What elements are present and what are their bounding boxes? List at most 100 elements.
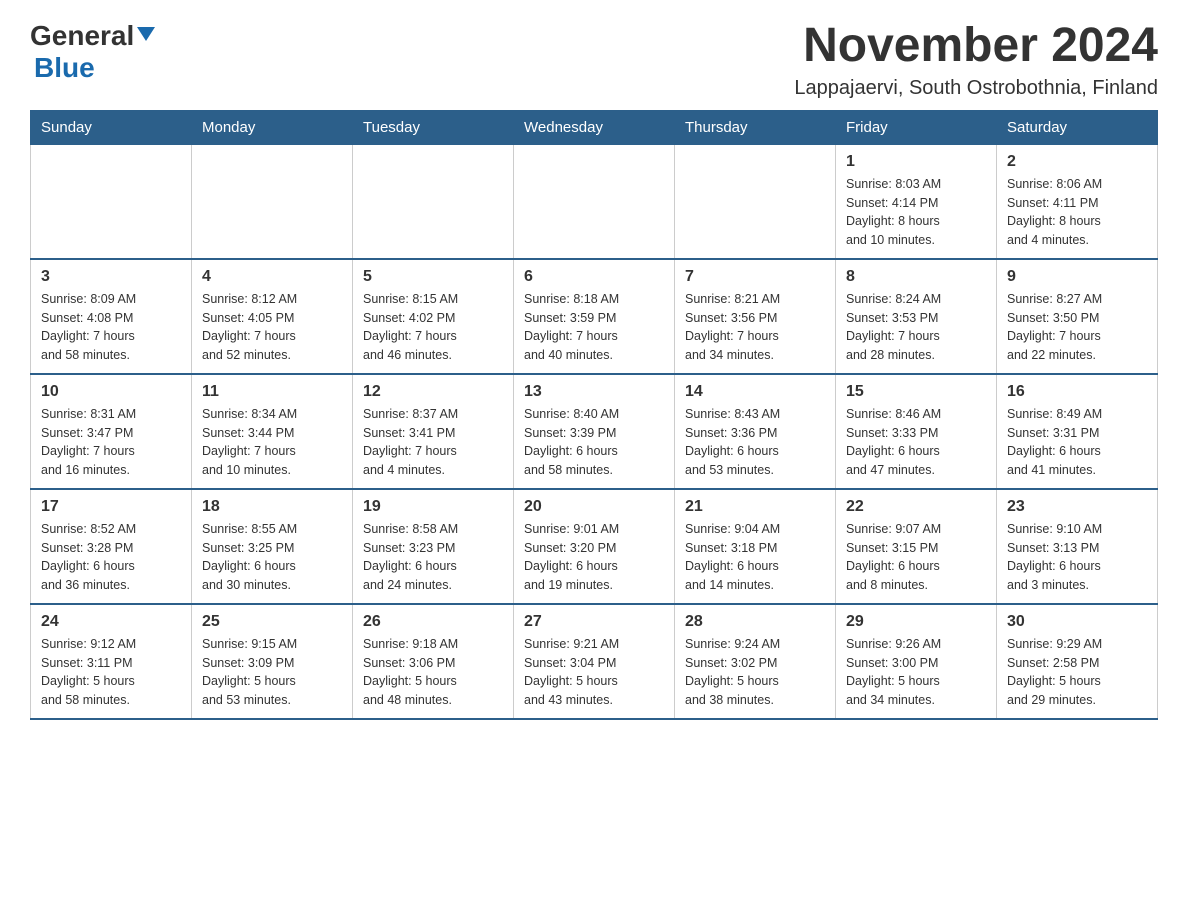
day-info: Sunrise: 8:24 AMSunset: 3:53 PMDaylight:… [846, 290, 986, 365]
day-info: Sunrise: 8:06 AMSunset: 4:11 PMDaylight:… [1007, 175, 1147, 250]
logo-arrow-icon [137, 27, 155, 46]
calendar-cell: 8Sunrise: 8:24 AMSunset: 3:53 PMDaylight… [836, 259, 997, 374]
day-info: Sunrise: 8:18 AMSunset: 3:59 PMDaylight:… [524, 290, 664, 365]
day-info: Sunrise: 9:29 AMSunset: 2:58 PMDaylight:… [1007, 635, 1147, 710]
calendar-cell: 26 Sunrise: 9:18 AMSunset: 3:06 PMDayligh… [353, 604, 514, 719]
calendar-cell: 23 Sunrise: 9:10 AMSunset: 3:13 PMDayligh… [997, 489, 1158, 604]
day-number: 10 [41, 383, 181, 401]
calendar-cell: 11 Sunrise: 8:34 AMSunset: 3:44 PMDayligh… [192, 374, 353, 489]
calendar-cell [675, 144, 836, 259]
calendar-row-2: 3Sunrise: 8:09 AMSunset: 4:08 PMDaylight… [31, 259, 1158, 374]
calendar-cell: 2Sunrise: 8:06 AMSunset: 4:11 PMDaylight… [997, 144, 1158, 259]
day-info: Sunrise: 8:03 AMSunset: 4:14 PMDaylight:… [846, 175, 986, 250]
day-number: 17 [41, 498, 181, 516]
day-number: 14 [685, 383, 825, 401]
calendar-cell: 6 Sunrise: 8:18 AMSunset: 3:59 PMDaylight… [514, 259, 675, 374]
day-number: 19 [363, 498, 503, 516]
day-info: Sunrise: 8:31 AMSunset: 3:47 PMDaylight:… [41, 405, 181, 480]
day-info: Sunrise: 8:12 AMSunset: 4:05 PMDaylight:… [202, 290, 342, 365]
calendar-cell: 30 Sunrise: 9:29 AMSunset: 2:58 PMDayligh… [997, 604, 1158, 719]
day-info: Sunrise: 9:12 AMSunset: 3:11 PMDaylight:… [41, 635, 181, 710]
day-number: 28 [685, 613, 825, 631]
calendar-cell: 4Sunrise: 8:12 AMSunset: 4:05 PMDaylight… [192, 259, 353, 374]
day-info: Sunrise: 8:43 AMSunset: 3:36 PMDaylight:… [685, 405, 825, 480]
day-number: 12 [363, 383, 503, 401]
calendar-cell: 18 Sunrise: 8:55 AMSunset: 3:25 PMDayligh… [192, 489, 353, 604]
calendar-cell: 25Sunrise: 9:15 AMSunset: 3:09 PMDayligh… [192, 604, 353, 719]
day-info: Sunrise: 9:21 AMSunset: 3:04 PMDaylight:… [524, 635, 664, 710]
logo-general-text: General [30, 20, 134, 52]
weekday-header-saturday: Saturday [997, 110, 1158, 144]
calendar-row-4: 17 Sunrise: 8:52 AMSunset: 3:28 PMDayligh… [31, 489, 1158, 604]
day-number: 23 [1007, 498, 1147, 516]
day-info: Sunrise: 9:10 AMSunset: 3:13 PMDaylight:… [1007, 520, 1147, 595]
day-number: 11 [202, 383, 342, 401]
day-info: Sunrise: 9:18 AMSunset: 3:06 PMDaylight:… [363, 635, 503, 710]
calendar-cell: 15Sunrise: 8:46 AMSunset: 3:33 PMDayligh… [836, 374, 997, 489]
weekday-header-thursday: Thursday [675, 110, 836, 144]
weekday-header-monday: Monday [192, 110, 353, 144]
day-number: 22 [846, 498, 986, 516]
calendar-cell: 5 Sunrise: 8:15 AMSunset: 4:02 PMDaylight… [353, 259, 514, 374]
day-number: 16 [1007, 383, 1147, 401]
month-title: November 2024 [794, 20, 1158, 73]
weekday-header-tuesday: Tuesday [353, 110, 514, 144]
day-number: 24 [41, 613, 181, 631]
location-title: Lappajaervi, South Ostrobothnia, Finland [794, 77, 1158, 100]
day-number: 5 [363, 268, 503, 286]
calendar-cell: 14 Sunrise: 8:43 AMSunset: 3:36 PMDayligh… [675, 374, 836, 489]
calendar-cell [514, 144, 675, 259]
calendar-cell: 21Sunrise: 9:04 AMSunset: 3:18 PMDayligh… [675, 489, 836, 604]
calendar-header-row: SundayMondayTuesdayWednesdayThursdayFrid… [31, 110, 1158, 144]
calendar-table: SundayMondayTuesdayWednesdayThursdayFrid… [30, 110, 1158, 720]
day-number: 30 [1007, 613, 1147, 631]
day-info: Sunrise: 9:24 AMSunset: 3:02 PMDaylight:… [685, 635, 825, 710]
calendar-cell: 20Sunrise: 9:01 AMSunset: 3:20 PMDayligh… [514, 489, 675, 604]
calendar-cell: 10 Sunrise: 8:31 AMSunset: 3:47 PMDayligh… [31, 374, 192, 489]
day-info: Sunrise: 8:37 AMSunset: 3:41 PMDaylight:… [363, 405, 503, 480]
day-info: Sunrise: 8:49 AMSunset: 3:31 PMDaylight:… [1007, 405, 1147, 480]
calendar-cell: 22 Sunrise: 9:07 AMSunset: 3:15 PMDayligh… [836, 489, 997, 604]
calendar-cell: 13 Sunrise: 8:40 AMSunset: 3:39 PMDayligh… [514, 374, 675, 489]
day-number: 1 [846, 153, 986, 171]
day-info: Sunrise: 8:09 AMSunset: 4:08 PMDaylight:… [41, 290, 181, 365]
calendar-cell [353, 144, 514, 259]
calendar-cell: 19 Sunrise: 8:58 AMSunset: 3:23 PMDayligh… [353, 489, 514, 604]
day-info: Sunrise: 8:55 AMSunset: 3:25 PMDaylight:… [202, 520, 342, 595]
day-number: 29 [846, 613, 986, 631]
day-number: 18 [202, 498, 342, 516]
day-number: 7 [685, 268, 825, 286]
calendar-cell: 24 Sunrise: 9:12 AMSunset: 3:11 PMDayligh… [31, 604, 192, 719]
weekday-header-wednesday: Wednesday [514, 110, 675, 144]
page-header: General Blue November 2024 Lappajaervi, … [30, 20, 1158, 100]
calendar-row-5: 24 Sunrise: 9:12 AMSunset: 3:11 PMDayligh… [31, 604, 1158, 719]
day-info: Sunrise: 9:04 AMSunset: 3:18 PMDaylight:… [685, 520, 825, 595]
weekday-header-sunday: Sunday [31, 110, 192, 144]
day-number: 13 [524, 383, 664, 401]
calendar-cell: 17 Sunrise: 8:52 AMSunset: 3:28 PMDayligh… [31, 489, 192, 604]
calendar-cell: 27Sunrise: 9:21 AMSunset: 3:04 PMDayligh… [514, 604, 675, 719]
calendar-row-1: 1 Sunrise: 8:03 AMSunset: 4:14 PMDaylight… [31, 144, 1158, 259]
day-number: 25 [202, 613, 342, 631]
calendar-cell: 16 Sunrise: 8:49 AMSunset: 3:31 PMDayligh… [997, 374, 1158, 489]
day-info: Sunrise: 9:26 AMSunset: 3:00 PMDaylight:… [846, 635, 986, 710]
day-number: 26 [363, 613, 503, 631]
day-info: Sunrise: 9:07 AMSunset: 3:15 PMDaylight:… [846, 520, 986, 595]
calendar-cell: 29 Sunrise: 9:26 AMSunset: 3:00 PMDayligh… [836, 604, 997, 719]
day-info: Sunrise: 8:40 AMSunset: 3:39 PMDaylight:… [524, 405, 664, 480]
calendar-cell: 7Sunrise: 8:21 AMSunset: 3:56 PMDaylight… [675, 259, 836, 374]
day-info: Sunrise: 9:01 AMSunset: 3:20 PMDaylight:… [524, 520, 664, 595]
day-number: 9 [1007, 268, 1147, 286]
calendar-row-3: 10 Sunrise: 8:31 AMSunset: 3:47 PMDayligh… [31, 374, 1158, 489]
day-info: Sunrise: 8:27 AMSunset: 3:50 PMDaylight:… [1007, 290, 1147, 365]
day-info: Sunrise: 8:34 AMSunset: 3:44 PMDaylight:… [202, 405, 342, 480]
day-number: 6 [524, 268, 664, 286]
day-info: Sunrise: 8:52 AMSunset: 3:28 PMDaylight:… [41, 520, 181, 595]
day-info: Sunrise: 8:58 AMSunset: 3:23 PMDaylight:… [363, 520, 503, 595]
weekday-header-friday: Friday [836, 110, 997, 144]
calendar-cell [192, 144, 353, 259]
title-area: November 2024 Lappajaervi, South Ostrobo… [794, 20, 1158, 100]
logo-blue-text: Blue [34, 52, 95, 83]
day-info: Sunrise: 8:15 AMSunset: 4:02 PMDaylight:… [363, 290, 503, 365]
calendar-cell: 12 Sunrise: 8:37 AMSunset: 3:41 PMDayligh… [353, 374, 514, 489]
